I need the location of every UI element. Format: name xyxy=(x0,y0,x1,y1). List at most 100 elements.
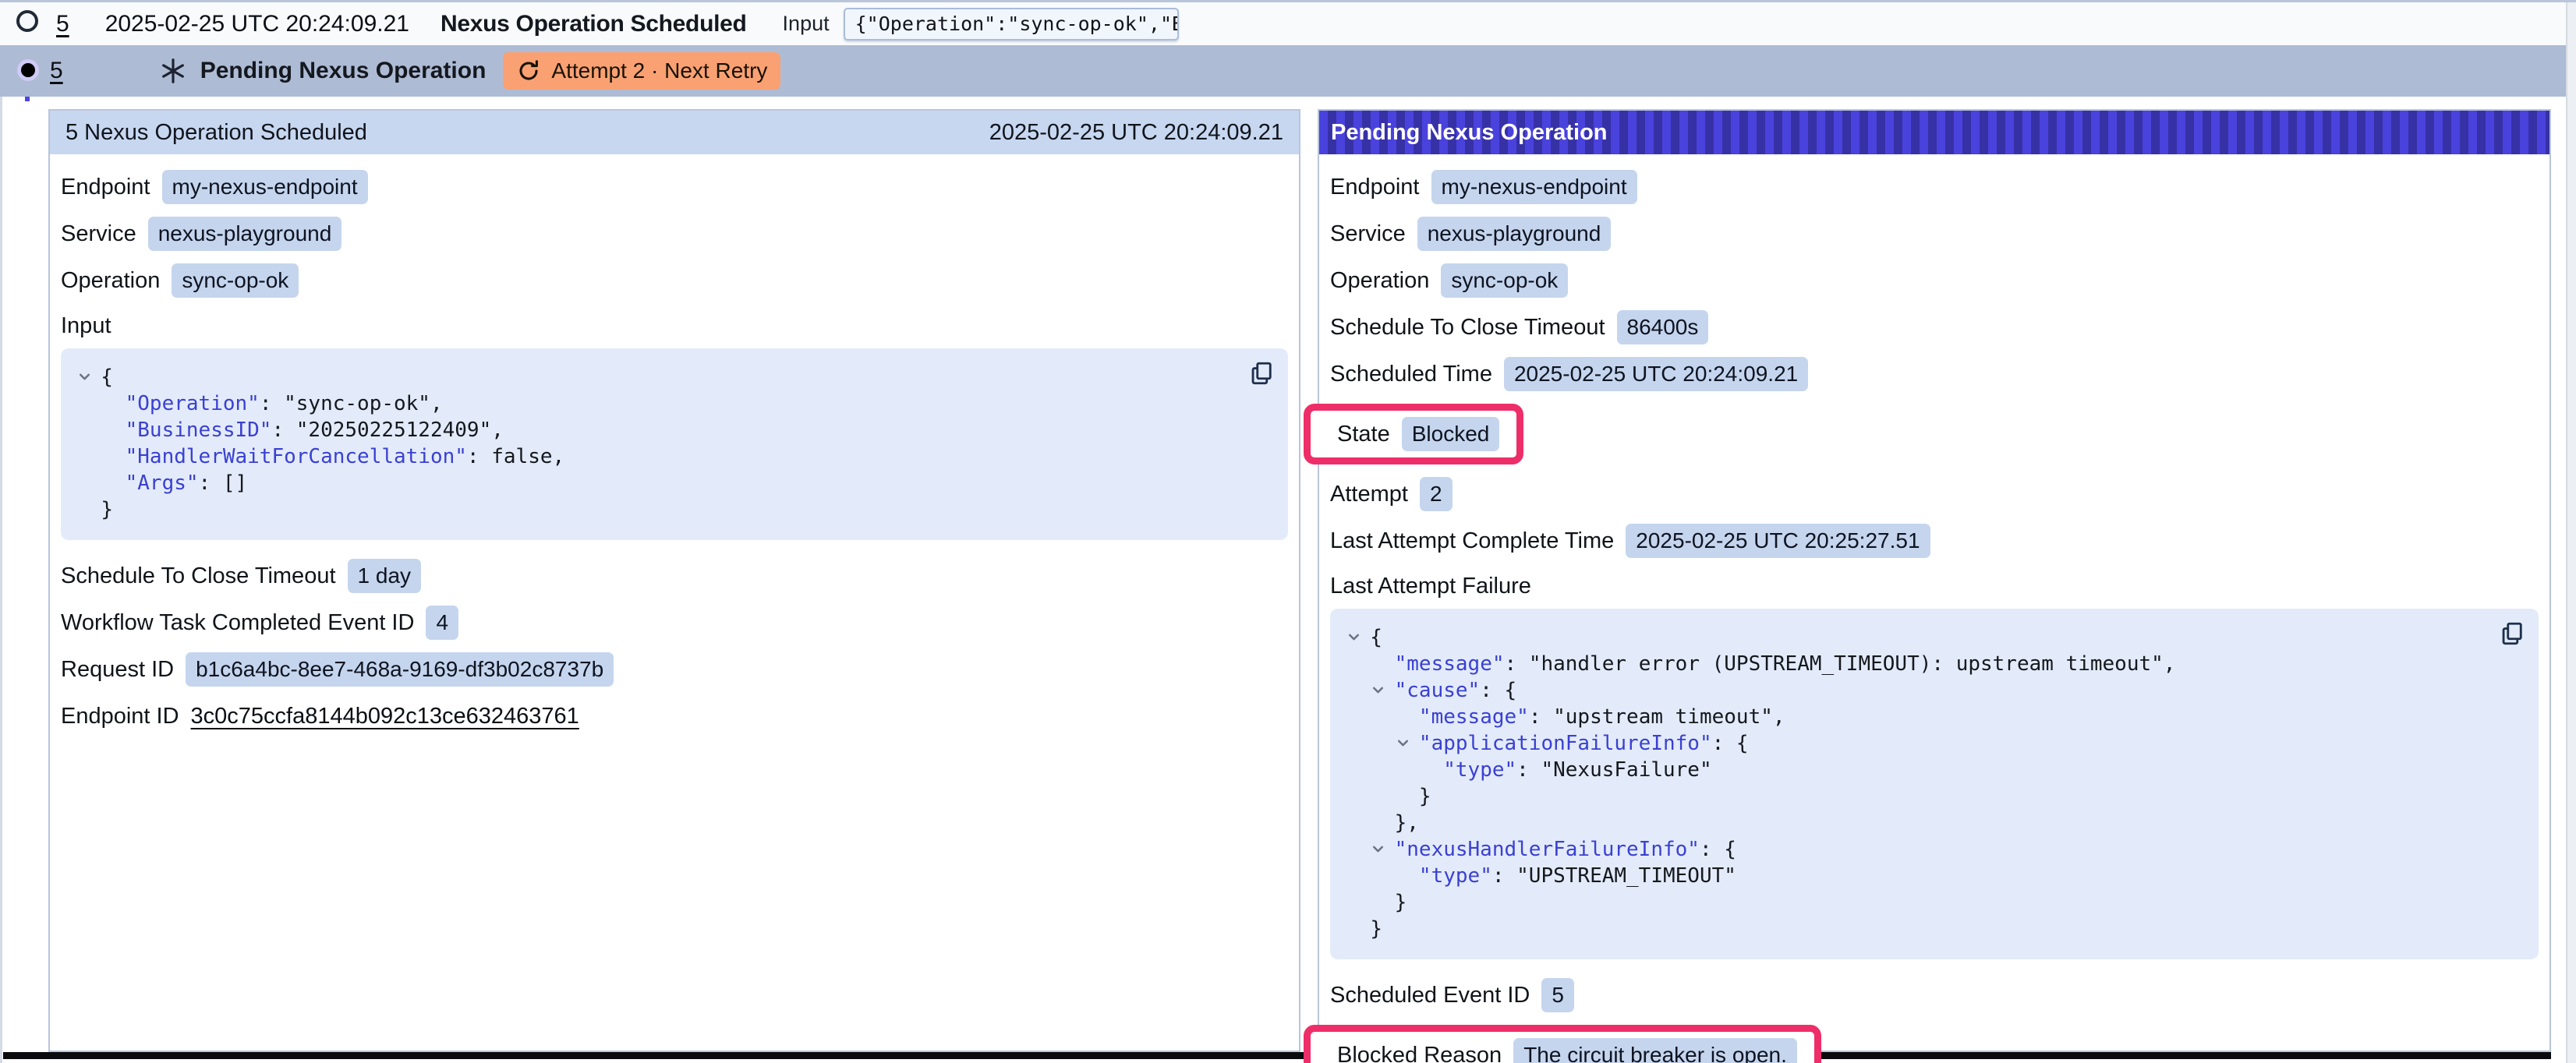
field-row-pending-service: Service nexus-playground xyxy=(1330,217,2539,251)
blocked-reason-highlight-box: Blocked Reason The circuit breaker is ope… xyxy=(1304,1025,1821,1063)
timeline-node-open-icon[interactable] xyxy=(16,10,38,32)
field-row-schedule-to-close-timeout: Schedule To Close Timeout1 day xyxy=(61,559,1288,593)
pending-asterisk-icon xyxy=(158,56,188,86)
pending-event-id-link[interactable]: 5 xyxy=(50,58,63,84)
json-line: "applicationFailureInfo": { xyxy=(1346,730,2484,757)
json-line: "Operation": "sync-op-ok", xyxy=(76,390,1233,417)
pending-endpoint-label: Endpoint xyxy=(1330,175,1420,200)
collapse-chevron-icon[interactable] xyxy=(1395,730,1419,757)
attempt-label: Attempt xyxy=(1330,482,1408,507)
json-line: "Args": [] xyxy=(76,470,1233,496)
json-line: "BusinessID": "20250225122409", xyxy=(76,417,1233,443)
retry-badge: Attempt 2 · Next Retry xyxy=(503,52,780,90)
copy-icon xyxy=(1247,378,1276,390)
blocked-reason-value: The circuit breaker is open. xyxy=(1513,1038,1797,1063)
json-line: "cause": { xyxy=(1346,677,2484,704)
field-row-scheduled-event-id: Scheduled Event ID 5 xyxy=(1330,978,2539,1012)
input-section-label: Input xyxy=(61,313,1288,339)
scheduled-event-id-label: Scheduled Event ID xyxy=(1330,983,1530,1008)
json-line: } xyxy=(1346,916,2484,942)
event-detail-header-title: 5 Nexus Operation Scheduled xyxy=(65,120,367,146)
json-line: } xyxy=(1346,783,2484,810)
scheduled-event-id-value: 5 xyxy=(1541,978,1574,1012)
field-row-endpoint: Endpoint my-nexus-endpoint xyxy=(61,170,1288,204)
retry-icon xyxy=(516,58,541,83)
last-attempt-complete-time-label: Last Attempt Complete Time xyxy=(1330,528,1614,554)
bottom-divider xyxy=(3,1052,2551,1059)
json-line: "message": "upstream timeout", xyxy=(1346,704,2484,730)
field-row-workflow-task-completed-event-id: Workflow Task Completed Event ID 4 xyxy=(61,606,1288,640)
endpoint-id-label: Endpoint ID xyxy=(61,704,179,729)
temporal-event-history-screen: 5 2025-02-25 UTC 20:24:09.21 Nexus Opera… xyxy=(0,0,2576,1063)
pending-operation-label: Operation xyxy=(1330,268,1429,294)
scheduled-time-label: Scheduled Time xyxy=(1330,362,1492,387)
event-title: Nexus Operation Scheduled xyxy=(441,11,747,37)
pending-schedule-to-close-timeout-value: 86400s xyxy=(1617,310,1709,344)
field-row-scheduled-time: Scheduled Time 2025-02-25 UTC 20:24:09.21 xyxy=(1330,357,2539,391)
pending-operation-value: sync-op-ok xyxy=(1441,263,1568,298)
field-row-attempt: Attempt 2 xyxy=(1330,477,2539,511)
collapse-chevron-icon[interactable] xyxy=(1370,677,1394,704)
service-label: Service xyxy=(61,221,136,247)
blocked-reason-label: Blocked Reason xyxy=(1337,1043,1502,1063)
state-value: Blocked xyxy=(1402,417,1500,451)
input-json-block: { "Operation": "sync-op-ok", "BusinessID… xyxy=(61,348,1288,540)
scheduled-time-value: 2025-02-25 UTC 20:24:09.21 xyxy=(1504,357,1808,391)
schedule-to-close-timeout-label: Schedule To Close Timeout xyxy=(61,563,336,589)
copy-icon xyxy=(2498,638,2526,650)
scrollbar[interactable] xyxy=(2566,2,2576,1063)
pending-operation-fields-bottom: Scheduled Event ID 5 Blocked Reason The cir… xyxy=(1330,978,2539,1063)
json-line: "HandlerWaitForCancellation": false, xyxy=(76,443,1233,470)
endpoint-id-value[interactable]: 3c0c75ccfa8144b092c13ce632463761 xyxy=(191,704,579,729)
failure-json-lines: { "message": "handler error (UPSTREAM_TI… xyxy=(1346,624,2484,942)
last-attempt-failure-label: Last Attempt Failure xyxy=(1330,574,2539,599)
left-border xyxy=(0,2,2,1063)
field-row-pending-endpoint: Endpoint my-nexus-endpoint xyxy=(1330,170,2539,204)
retry-badge-label: Attempt 2 · Next Retry xyxy=(551,58,767,83)
collapse-chevron-icon[interactable] xyxy=(1346,624,1370,651)
operation-value: sync-op-ok xyxy=(172,263,299,298)
pending-schedule-to-close-timeout-label: Schedule To Close Timeout xyxy=(1330,315,1605,341)
pending-service-value: nexus-playground xyxy=(1417,217,1612,251)
event-id-link[interactable]: 5 xyxy=(56,11,69,37)
field-row-service: Service nexus-playground xyxy=(61,217,1288,251)
pending-operation-header-title: Pending Nexus Operation xyxy=(1331,120,1608,146)
pending-operation-header: Pending Nexus Operation xyxy=(1319,111,2549,154)
field-row-state: State Blocked xyxy=(1330,404,2539,464)
pending-operation-panel: Pending Nexus Operation Endpoint my-nexus… xyxy=(1318,109,2551,1052)
json-line: "nexusHandlerFailureInfo": { xyxy=(1346,836,2484,863)
collapse-chevron-icon[interactable] xyxy=(1370,836,1394,863)
copy-button[interactable] xyxy=(1247,359,1276,387)
pending-operation-row[interactable]: 5 Pending Nexus Operation Attempt 2 · Ne… xyxy=(0,45,2566,97)
input-preview-chip[interactable]: {"Operation":"sync-op-ok","BusinessID":"… xyxy=(844,8,1179,41)
field-row-pending-schedule-to-close-timeout: Schedule To Close Timeout 86400s xyxy=(1330,310,2539,344)
input-label: Input xyxy=(783,12,830,36)
operation-label: Operation xyxy=(61,268,160,294)
pending-endpoint-value: my-nexus-endpoint xyxy=(1431,170,1637,204)
timeline-node-current-icon[interactable] xyxy=(17,59,39,81)
attempt-value: 2 xyxy=(1420,477,1453,511)
endpoint-label: Endpoint xyxy=(61,175,150,200)
request-id-value: b1c6a4bc-8ee7-468a-9169-df3b02c8737b xyxy=(186,652,614,687)
json-line: "type": "NexusFailure" xyxy=(1346,757,2484,783)
event-timestamp: 2025-02-25 UTC 20:24:09.21 xyxy=(105,11,409,37)
state-label: State xyxy=(1337,422,1390,447)
field-row-request-id: Request ID b1c6a4bc-8ee7-468a-9169-df3b02… xyxy=(61,652,1288,687)
state-highlight-box: State Blocked xyxy=(1304,404,1523,464)
field-row-last-attempt-complete-time: Last Attempt Complete Time2025-02-25 UTC… xyxy=(1330,524,2539,558)
service-value: nexus-playground xyxy=(148,217,342,251)
request-id-label: Request ID xyxy=(61,657,174,683)
event-detail-header-timestamp: 2025-02-25 UTC 20:24:09.21 xyxy=(989,120,1283,146)
workflow-task-completed-event-id-value: 4 xyxy=(426,606,458,640)
collapse-chevron-icon[interactable] xyxy=(76,364,101,390)
event-detail-fields-top: Endpoint my-nexus-endpoint Service nexus-pl… xyxy=(61,170,1288,298)
pending-operation-title: Pending Nexus Operation xyxy=(200,58,487,84)
pending-service-label: Service xyxy=(1330,221,1406,247)
endpoint-value: my-nexus-endpoint xyxy=(162,170,368,204)
event-summary-row[interactable]: 5 2025-02-25 UTC 20:24:09.21 Nexus Opera… xyxy=(0,2,2566,45)
copy-button[interactable] xyxy=(2498,620,2526,648)
event-detail-header: 5 Nexus Operation Scheduled 2025-02-25 U… xyxy=(50,111,1299,154)
workflow-task-completed-event-id-label: Workflow Task Completed Event ID xyxy=(61,610,414,636)
json-line: "type": "UPSTREAM_TIMEOUT" xyxy=(1346,863,2484,889)
json-line: } xyxy=(1346,889,2484,916)
